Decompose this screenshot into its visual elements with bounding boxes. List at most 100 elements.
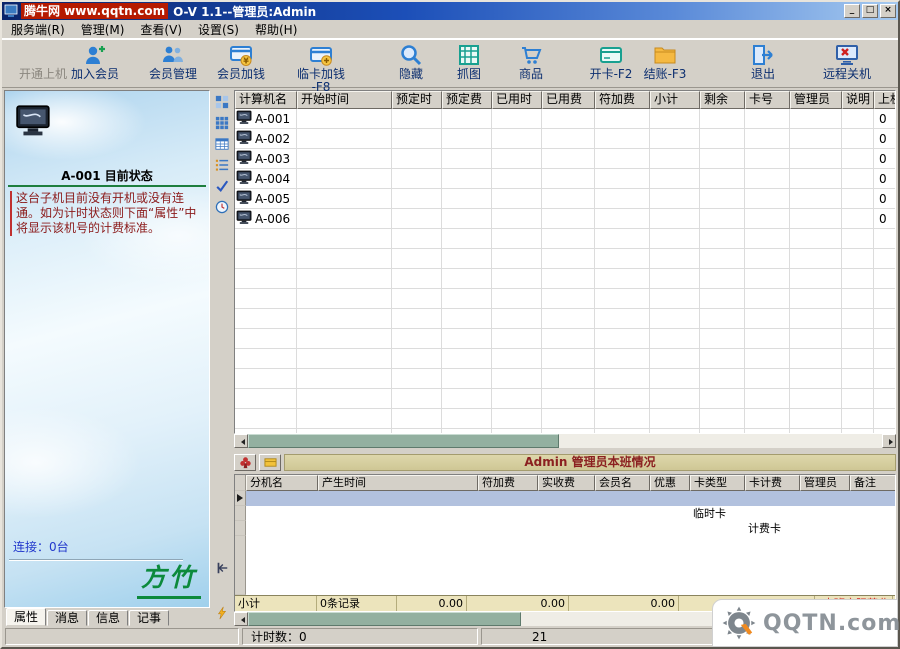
side-tool-layout-button[interactable] [213,93,231,111]
scroll-left-button[interactable] [234,434,248,448]
machine-row[interactable]: A-0050 [235,189,895,209]
menu-item-view[interactable]: 查看(V) [132,19,190,40]
scroll-thumb[interactable] [248,612,521,626]
machine-row[interactable]: A-0040 [235,169,895,189]
machine-cell [542,369,595,389]
machines-col-header[interactable]: 管理员 [790,91,842,109]
machine-cell [442,309,492,329]
toolbar-checkout-button[interactable]: 结账-F3 [632,43,698,81]
quick-action-button[interactable] [213,604,231,622]
machine-row[interactable]: A-0010 [235,109,895,129]
machine-name: A-001 [255,112,290,126]
machine-cell [745,229,790,249]
menu-item-manage[interactable]: 管理(M) [73,19,133,40]
machine-cell [745,349,790,369]
scroll-track[interactable] [248,434,882,448]
scroll-right-button[interactable] [882,434,896,448]
machines-col-header[interactable]: 上机 [874,91,895,109]
menu-item-settings[interactable]: 设置(S) [190,19,247,40]
toolbar-remote-shutdown-button[interactable]: 远程关机 [814,43,880,81]
machines-col-header[interactable]: 预定时 [392,91,442,109]
shift-col-header[interactable]: 实收费 [538,475,595,491]
machine-row[interactable]: A-0020 [235,129,895,149]
machine-cell [297,249,392,269]
toolbar-hide-button[interactable]: 隐藏 [378,43,444,81]
shift-col-header[interactable]: 会员名 [595,475,650,491]
shift-col-header[interactable]: 卡类型 [690,475,745,491]
summary-record-count: 0条记录 [317,596,397,611]
shift-col-header[interactable]: 符加费 [478,475,538,491]
shift-table-body: 临时卡计费卡 [235,491,895,595]
machines-col-header[interactable]: 剩余 [700,91,745,109]
side-tool-table-button[interactable] [213,135,231,153]
machines-col-header[interactable]: 小计 [650,91,700,109]
machine-online-value: 0 [874,189,895,209]
toolbar-add-member-button[interactable]: 加入会员 [62,43,128,81]
machine-name: A-003 [255,152,290,166]
shift-col-header[interactable]: 卡计费 [745,475,800,491]
summary-discount: 0.00 [569,596,679,611]
toolbar-button-label: 退出 [751,68,775,81]
tab-info[interactable]: 信息 [88,610,128,626]
side-tool-list-button[interactable] [213,156,231,174]
machines-table-hscrollbar[interactable] [234,434,896,448]
machine-cell [790,309,842,329]
toolbar-member-manage-button[interactable]: 会员管理 [140,43,206,81]
toolbar-button-label: 抓图 [457,68,481,81]
toolbar-goods-button[interactable]: 商品 [498,43,564,81]
row-selector-cell [235,506,246,521]
minimize-button[interactable]: _ [844,4,860,18]
scroll-left-button[interactable] [234,612,248,626]
shift-record-row[interactable]: 计费卡 [235,521,895,536]
menu-item-help[interactable]: 帮助(H) [247,19,305,40]
close-button[interactable]: × [880,4,896,18]
shift-col-header[interactable]: 分机名 [246,475,318,491]
machine-cell [700,269,745,289]
shift-record-row[interactable] [235,491,895,506]
shift-col-header[interactable]: 优惠 [650,475,690,491]
machine-row[interactable]: A-0030 [235,149,895,169]
machine-cell [392,149,442,169]
machine-cell [542,229,595,249]
machines-col-header[interactable]: 已用费 [542,91,595,109]
machine-cell [235,229,297,249]
tab-property[interactable]: 属性 [6,608,46,626]
side-tool-check-button[interactable] [213,177,231,195]
title-bar[interactable]: 腾牛网 www.qqtn.com O-V 1.1--管理员:Admin _ □ … [2,2,898,20]
shift-record-row[interactable]: 临时卡 [235,506,895,521]
shift-col-header[interactable]: 备注 [850,475,895,491]
machine-cell [790,209,842,229]
maximize-button[interactable]: □ [862,4,878,18]
shift-button-1[interactable] [234,454,256,471]
toolbar-member-recharge-button[interactable]: ¥会员加钱 [208,43,274,81]
scroll-thumb[interactable] [248,434,559,448]
hide-icon [399,43,423,67]
machine-cell [595,389,650,409]
machines-col-header[interactable]: 说明 [842,91,874,109]
tab-message[interactable]: 消息 [47,610,87,626]
collapse-panel-button[interactable] [213,559,231,577]
machines-col-header[interactable]: 预定费 [442,91,492,109]
table-icon [215,137,229,151]
machines-col-header[interactable]: 符加费 [595,91,650,109]
toolbar-temp-card-recharge-button[interactable]: 临卡加钱-F8 [288,43,354,94]
machines-col-header[interactable]: 已用时 [492,91,542,109]
menu-item-server[interactable]: 服务端(R) [3,19,73,40]
machine-cell [650,369,700,389]
shift-col-header[interactable]: 管理员 [800,475,850,491]
machine-row[interactable]: A-0060 [235,209,895,229]
tab-notes[interactable]: 记事 [129,610,169,626]
machine-cell [842,269,874,289]
machine-cell [650,149,700,169]
machine-cell [790,349,842,369]
toolbar-screenshot-button[interactable]: 抓图 [436,43,502,81]
side-tool-grid-button[interactable] [213,114,231,132]
machine-cell [595,189,650,209]
machines-col-header[interactable]: 卡号 [745,91,790,109]
shift-col-header[interactable]: 产生时间 [318,475,478,491]
side-tool-clock-button[interactable] [213,198,231,216]
machine-cell [842,229,874,249]
machine-cell [442,429,492,433]
shift-button-2[interactable] [259,454,281,471]
toolbar-exit-button[interactable]: 退出 [730,43,796,81]
